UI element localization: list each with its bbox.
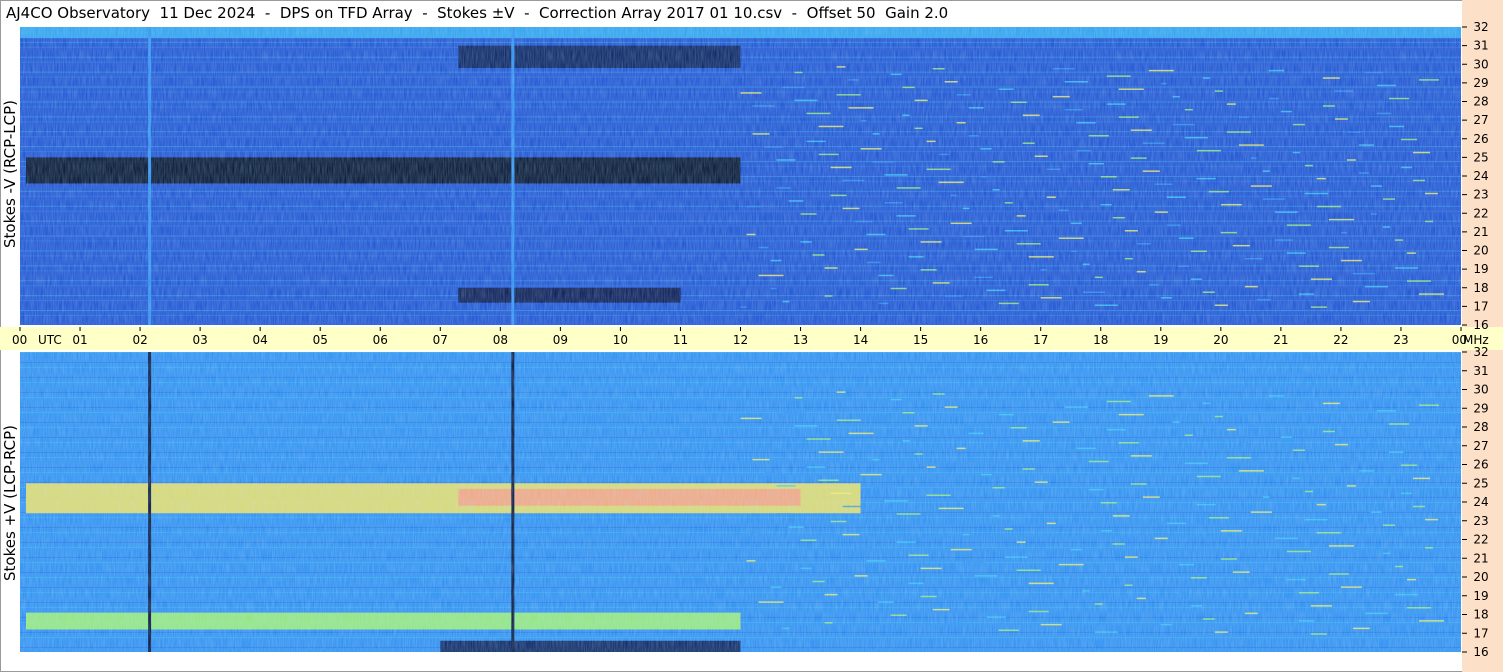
bottom-freq-tick-label: 31 [1473,364,1488,378]
bottom-freq-tick-label: 28 [1473,420,1488,434]
top-spectrogram-panel [20,26,1461,325]
time-tick-label: 21 [1273,333,1288,347]
top-freq-tick-label: 29 [1473,76,1488,90]
top-freq-tick-label: 19 [1473,262,1488,276]
time-tick-label: 22 [1333,333,1348,347]
time-tick-label: 14 [853,333,868,347]
time-tick-label: 02 [132,333,147,347]
time-axis-band: 00 01 02 03 04 05 06 07 08 09 10 11 12 13 14 15 16 17 18 19… [0,327,1503,350]
time-tick-label: 00 [12,333,27,347]
bottom-freq-tick-label: 18 [1473,608,1488,622]
bottom-spectrogram-panel [20,351,1461,652]
time-tick-label: 15 [913,333,928,347]
bottom-panel-noise [20,352,1461,652]
time-tick-label: 05 [313,333,328,347]
top-freq-tick-label: 17 [1473,299,1488,313]
time-tick-label: 23 [1393,333,1408,347]
time-axis-unit-label: UTC [38,333,62,347]
top-freq-tick-label: 24 [1473,169,1488,183]
top-freq-tick-label: 18 [1473,281,1488,295]
right-axis-bottom-background [1462,350,1503,672]
time-tick-label: 17 [1033,333,1048,347]
bottom-freq-tick-label: 16 [1473,645,1488,659]
bottom-freq-tick-label: 17 [1473,626,1488,640]
top-freq-tick-label: 16 [1473,318,1488,332]
bottom-freq-tick-label: 32 [1473,345,1488,359]
time-tick-label: 12 [733,333,748,347]
bottom-freq-tick-label: 23 [1473,514,1488,528]
top-panel-noise [20,27,1461,325]
bottom-freq-tick-label: 27 [1473,439,1488,453]
top-freq-tick-label: 26 [1473,132,1488,146]
top-freq-tick-label: 32 [1473,20,1488,34]
spectrogram-figure: 00 01 02 03 04 05 06 07 08 09 10 11 12 13 14 15 16 17 18 19… [0,0,1503,672]
top-freq-tick-label: 22 [1473,206,1488,220]
time-tick-label: 09 [553,333,568,347]
top-freq-tick-label: 31 [1473,39,1488,53]
time-tick-label: 01 [72,333,87,347]
time-tick-label: 07 [433,333,448,347]
time-tick-label: 13 [793,333,808,347]
time-tick-label: 16 [973,333,988,347]
bottom-freq-tick-label: 20 [1473,570,1488,584]
bottom-freq-tick-label: 29 [1473,401,1488,415]
time-tick-label: 19 [1153,333,1168,347]
time-tick-label: 06 [373,333,388,347]
time-tick-label: 20 [1213,333,1228,347]
time-tick-label: 04 [253,333,268,347]
bottom-freq-tick-label: 24 [1473,495,1488,509]
time-tick-label: 08 [493,333,508,347]
bottom-freq-tick-label: 19 [1473,589,1488,603]
bottom-freq-tick-label: 30 [1473,383,1488,397]
time-tick-label: 18 [1093,333,1108,347]
bottom-freq-tick-label: 22 [1473,533,1488,547]
top-freq-tick-label: 30 [1473,57,1488,71]
time-tick-label: 10 [613,333,628,347]
top-freq-tick-label: 21 [1473,225,1488,239]
time-tick-label: 11 [673,333,688,347]
time-tick-label: 03 [192,333,207,347]
bottom-freq-tick-label: 26 [1473,458,1488,472]
top-freq-tick-label: 25 [1473,150,1488,164]
bottom-freq-tick-label: 21 [1473,551,1488,565]
top-freq-tick-label: 23 [1473,188,1488,202]
top-freq-tick-label: 28 [1473,95,1488,109]
bottom-freq-tick-label: 25 [1473,476,1488,490]
top-freq-tick-label: 27 [1473,113,1488,127]
top-freq-tick-label: 20 [1473,244,1488,258]
